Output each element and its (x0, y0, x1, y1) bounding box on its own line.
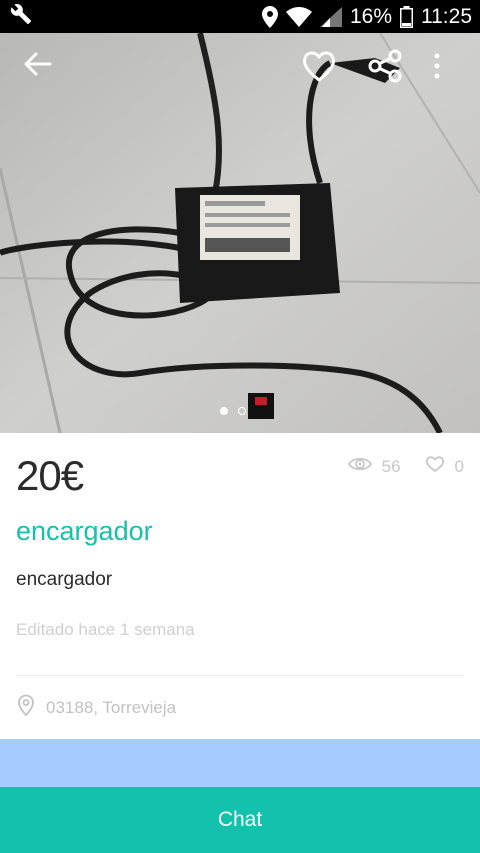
location-pin-icon (261, 5, 278, 28)
wifi-icon (285, 6, 312, 27)
listing-title: encargador (16, 516, 153, 546)
location-pin-icon (16, 694, 36, 721)
price: 20€ (16, 452, 84, 499)
listing-stats: 56 0 (347, 455, 464, 478)
location-row[interactable]: 03188, Torrevieja (16, 694, 176, 721)
battery-percentage: 16% (349, 4, 392, 28)
signal-icon (319, 6, 342, 27)
pagination-dot[interactable] (220, 407, 228, 415)
views-stat: 56 (347, 455, 401, 478)
gallery-pagination (220, 407, 246, 415)
views-count: 56 (381, 456, 401, 476)
favorites-count: 0 (454, 456, 464, 476)
location-text: 03188, Torrevieja (46, 697, 177, 717)
heart-outline-icon (425, 455, 445, 478)
listing-description: encargador (16, 569, 113, 590)
product-photo[interactable] (0, 33, 480, 433)
eye-icon (347, 455, 372, 478)
heart-outline-icon[interactable] (300, 47, 338, 90)
share-icon[interactable] (366, 47, 404, 90)
divider (16, 675, 464, 676)
product-image (0, 33, 480, 433)
chat-button[interactable]: Chat (0, 787, 480, 853)
pagination-dot[interactable] (238, 407, 246, 415)
map-preview[interactable] (0, 739, 480, 787)
chat-button-label: Chat (217, 808, 263, 831)
status-bar: 16% 11:25 (0, 0, 480, 33)
favorites-stat: 0 (425, 455, 464, 478)
clock: 11:25 (421, 4, 472, 28)
edited-timestamp: Editado hace 1 semana (16, 620, 195, 639)
back-arrow-icon[interactable] (20, 47, 54, 86)
battery-icon (400, 5, 413, 28)
wrench-icon (10, 3, 32, 30)
more-vertical-icon[interactable] (428, 47, 446, 90)
